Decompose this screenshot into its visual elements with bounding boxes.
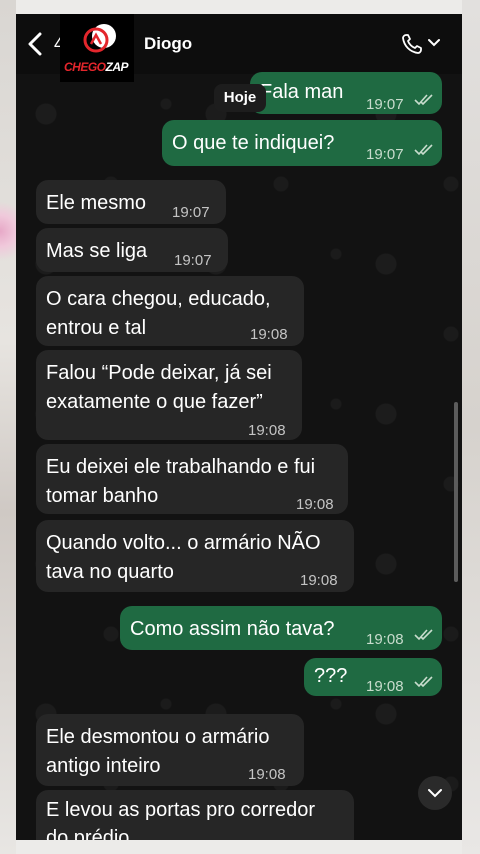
message-bubble-outgoing[interactable]: Como assim não tava? 19:08 [120,606,442,650]
message-text: Eu deixei ele trabalhando e fui [46,456,316,478]
message-text: antigo inteiro [46,755,161,777]
message-text: Falou “Pode deixar, já sei [46,362,272,384]
message-list: Fala man 19:07 Hoje O que te indiquei? 1… [16,14,462,840]
message-time: 19:08 [300,572,338,589]
message-time: 19:08 [248,766,286,783]
message-bubble-incoming[interactable]: Ele mesmo 19:07 [36,180,226,224]
message-text: Ele desmontou o armário [46,726,270,748]
message-text: tomar banho [46,485,159,507]
message-bubble-incoming[interactable]: Mas se liga 19:07 [36,228,228,272]
double-check-icon [414,144,433,156]
message-text: Quando volto... o armário NÃO [46,532,321,554]
message-text: do prédio [46,827,130,840]
message-text: E levou as portas pro corredor [46,799,316,821]
message-text: ??? [314,665,348,687]
message-time: 19:08 [248,422,286,439]
message-bubble-incoming[interactable]: Ele desmontou o armário antigo inteiro 1… [36,714,304,786]
message-text: Fala man [260,81,344,103]
message-text: Ele mesmo [46,192,147,214]
message-bubble-incoming[interactable]: O cara chegou, educado, entrou e tal 19:… [36,276,304,346]
message-bubble-incoming[interactable]: Quando volto... o armário NÃO tava no qu… [36,520,354,592]
blurred-right-edge [462,0,480,854]
blurred-left-edge [0,0,16,854]
message-time: 19:08 [366,631,404,648]
scroll-to-bottom-button[interactable] [418,776,452,810]
message-text: tava no quarto [46,561,174,583]
message-text: Mas se liga [46,240,148,262]
message-time: 19:07 [172,204,210,221]
scrollbar[interactable] [454,402,458,582]
double-check-icon [414,94,433,106]
message-time: 19:08 [366,678,404,695]
message-time: 19:08 [296,496,334,513]
message-text: Como assim não tava? [130,618,335,640]
message-time: 19:07 [174,252,212,269]
message-time: 19:08 [250,326,288,343]
message-bubble-outgoing[interactable]: ??? 19:08 [304,658,442,696]
message-time: 19:07 [366,146,404,163]
message-time: 19:07 [366,96,404,113]
message-text: exatamente o que fazer” [46,391,263,413]
chat-screen: 4 Diogo CHEGOZAP Fala man 19:07 Hoje O q… [16,14,462,840]
message-text: O cara chegou, educado, [46,288,271,310]
message-bubble-incoming[interactable]: E levou as portas pro corredor do prédio [36,790,354,840]
message-text: O que te indiquei? [172,132,335,154]
message-bubble-incoming[interactable]: Eu deixei ele trabalhando e fui tomar ba… [36,444,348,514]
double-check-icon [414,629,433,641]
chevron-down-icon [428,789,442,798]
message-bubble-outgoing[interactable]: Fala man 19:07 [250,72,442,114]
date-separator: Hoje [214,84,266,112]
message-bubble-incoming[interactable]: Falou “Pode deixar, já sei exatamente o … [36,350,302,440]
message-text: entrou e tal [46,317,147,339]
double-check-icon [414,676,433,688]
message-bubble-outgoing[interactable]: O que te indiquei? 19:07 [162,120,442,166]
